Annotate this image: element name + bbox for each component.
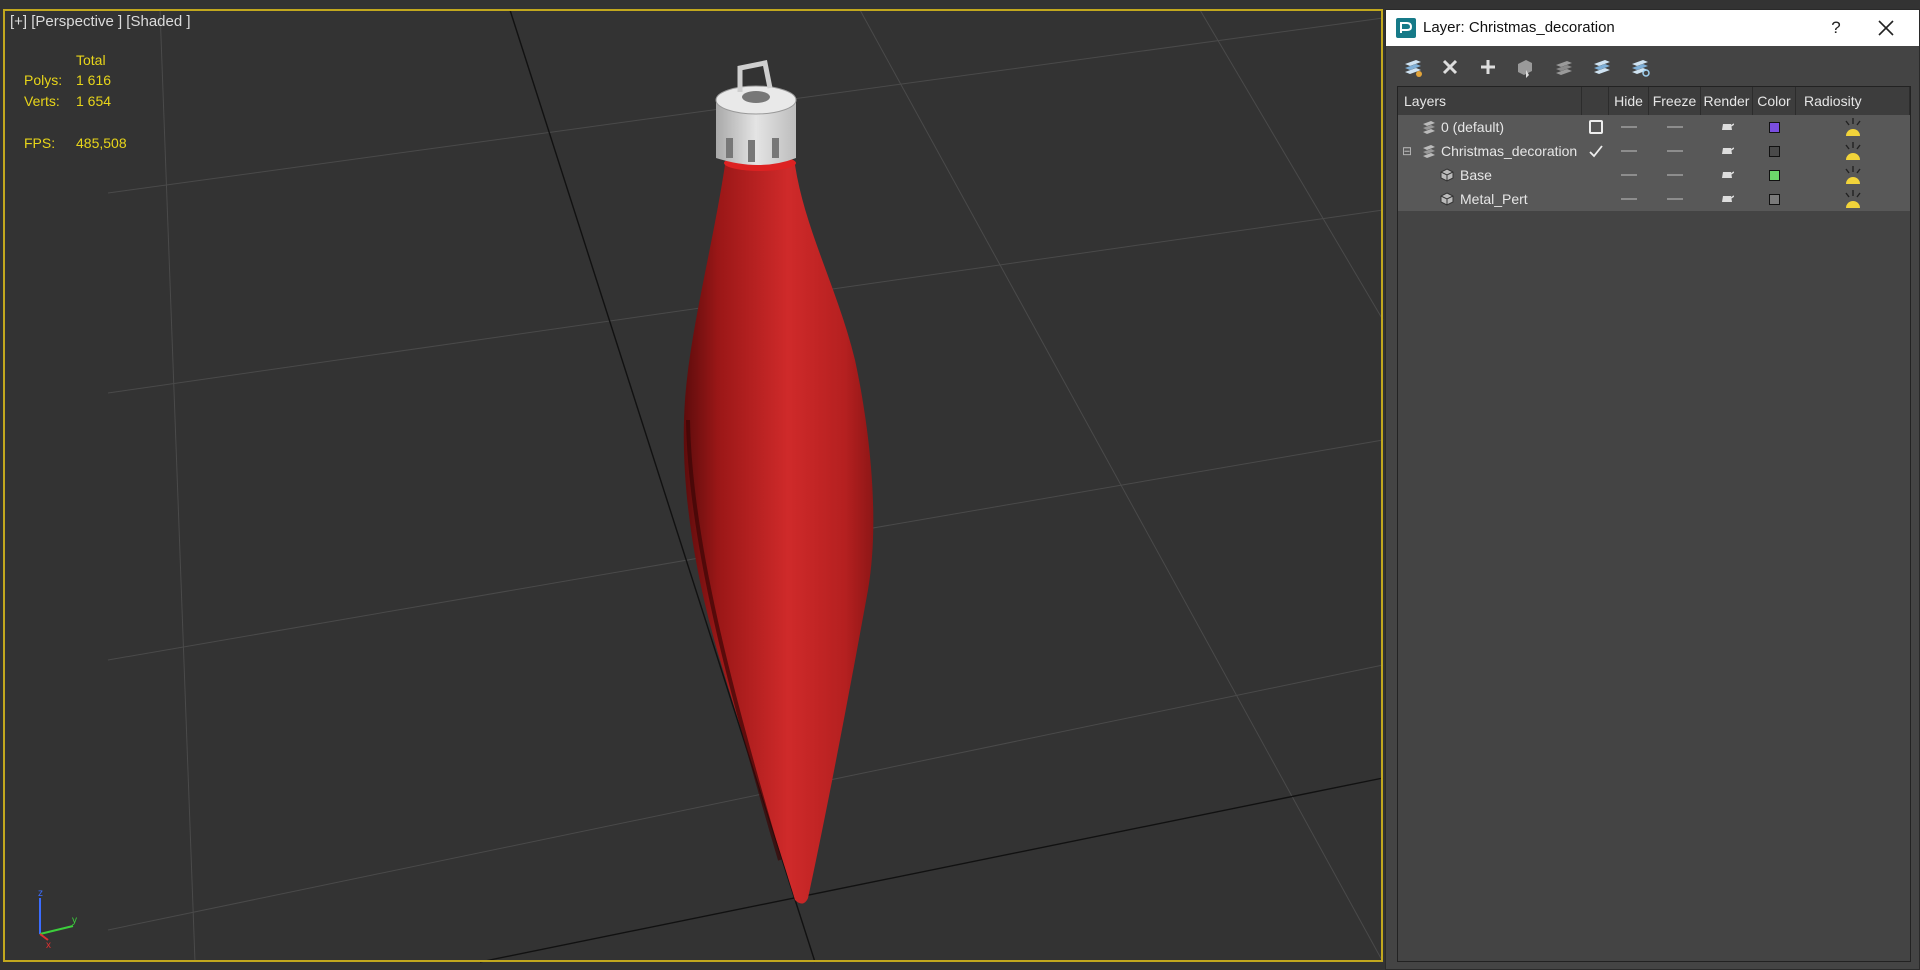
color-swatch-fill	[1769, 145, 1780, 157]
hide-toggle[interactable]	[1609, 163, 1649, 187]
hide-toggle[interactable]	[1609, 115, 1649, 139]
dialog-title: Layer: Christmas_decoration	[1423, 19, 1615, 36]
layer-name[interactable]: 0 (default)	[1441, 115, 1504, 139]
dialog-titlebar[interactable]: Layer: Christmas_decoration ?	[1386, 10, 1919, 46]
layer-list[interactable]: Layers Hide Freeze Render Color Radiosit…	[1397, 86, 1911, 962]
freeze-toggle[interactable]	[1649, 163, 1701, 187]
layer-active-box[interactable]	[1582, 115, 1609, 139]
viewport-active-border	[3, 9, 1383, 962]
object-row[interactable]: Base	[1398, 163, 1910, 187]
close-button[interactable]	[1864, 14, 1908, 42]
add-selected-button[interactable]	[1473, 54, 1503, 80]
radiosity-toggle[interactable]	[1796, 139, 1910, 163]
layer-row[interactable]: 0 (default)	[1398, 115, 1910, 139]
layer-list-header: Layers Hide Freeze Render Color Radiosit…	[1398, 87, 1910, 116]
hide-all-button[interactable]	[1587, 54, 1617, 80]
color-swatch-fill	[1769, 193, 1780, 205]
radiosity-icon	[1845, 142, 1861, 160]
column-header-radiosity[interactable]: Radiosity	[1796, 87, 1910, 115]
stats-fps-label: FPS:	[24, 135, 56, 151]
freeze-toggle[interactable]	[1649, 187, 1701, 211]
radiosity-icon	[1845, 118, 1861, 136]
hide-toggle[interactable]	[1609, 187, 1649, 211]
create-layer-button[interactable]	[1398, 54, 1428, 80]
layer-row[interactable]: ⊟ Christmas_decoration	[1398, 139, 1910, 163]
teapot-icon	[1722, 123, 1734, 130]
radiosity-icon	[1845, 190, 1861, 208]
layer-toolbar	[1386, 46, 1919, 88]
column-header-render[interactable]: Render	[1701, 87, 1753, 115]
teapot-icon	[1722, 195, 1734, 202]
radiosity-toggle[interactable]	[1796, 187, 1910, 211]
viewport-label[interactable]: [+] [Perspective ] [Shaded ]	[10, 13, 191, 30]
hide-all-icon	[1594, 60, 1610, 74]
object-cube-icon	[1438, 187, 1456, 211]
freeze-all-button[interactable]	[1625, 54, 1655, 80]
highlight-layer-icon	[1556, 61, 1572, 75]
object-cube-icon	[1438, 163, 1456, 187]
render-toggle[interactable]	[1701, 187, 1753, 211]
radiosity-toggle[interactable]	[1796, 115, 1910, 139]
stats-verts-label: Verts:	[24, 93, 60, 109]
app-icon	[1396, 18, 1416, 38]
stats-verts-value: 1 654	[76, 93, 112, 109]
stats-fps-value: 485,508	[76, 135, 127, 151]
column-header-active[interactable]	[1582, 87, 1609, 115]
render-toggle[interactable]	[1701, 139, 1753, 163]
highlight-layer-button[interactable]	[1549, 54, 1579, 80]
delete-layer-icon	[1442, 59, 1458, 75]
create-layer-icon	[1405, 60, 1422, 77]
axis-gizmo: z y x	[38, 888, 77, 948]
freeze-toggle[interactable]	[1649, 139, 1701, 163]
layer-dialog: Layer: Christmas_decoration ? Layers Hid…	[1385, 9, 1920, 970]
layer-name[interactable]: Christmas_decoration	[1441, 139, 1577, 163]
add-selected-icon	[1481, 60, 1495, 74]
color-swatch[interactable]	[1753, 163, 1796, 187]
column-header-layers[interactable]: Layers	[1398, 87, 1582, 115]
axis-x-label: x	[46, 940, 51, 948]
freeze-toggle[interactable]	[1649, 115, 1701, 139]
color-swatch[interactable]	[1753, 187, 1796, 211]
object-name[interactable]: Base	[1460, 163, 1492, 187]
color-swatch-fill	[1769, 169, 1780, 181]
column-header-hide[interactable]: Hide	[1609, 87, 1649, 115]
axis-y-label: y	[72, 915, 77, 926]
help-button[interactable]: ?	[1816, 14, 1856, 42]
column-header-color[interactable]: Color	[1753, 87, 1796, 115]
teapot-icon	[1722, 147, 1734, 154]
checkmark-icon	[1588, 145, 1603, 158]
teapot-icon	[1722, 171, 1734, 178]
layer-stack-icon	[1420, 115, 1438, 139]
render-toggle[interactable]	[1701, 163, 1753, 187]
select-objects-button[interactable]	[1510, 54, 1540, 80]
delete-layer-button[interactable]	[1435, 54, 1465, 80]
hide-toggle[interactable]	[1609, 139, 1649, 163]
stats-polys-label: Polys:	[24, 72, 63, 88]
stats-polys-value: 1 616	[76, 72, 112, 88]
radiosity-toggle[interactable]	[1796, 163, 1910, 187]
layer-stack-icon	[1420, 139, 1438, 163]
object-name[interactable]: Metal_Pert	[1460, 187, 1528, 211]
layer-active-check[interactable]	[1582, 139, 1609, 163]
color-swatch[interactable]	[1753, 139, 1796, 163]
render-toggle[interactable]	[1701, 115, 1753, 139]
expand-collapse-toggle[interactable]: ⊟	[1402, 139, 1412, 163]
color-swatch[interactable]	[1753, 115, 1796, 139]
color-swatch-fill	[1769, 121, 1780, 133]
radiosity-icon	[1845, 166, 1861, 184]
close-icon	[1878, 20, 1894, 36]
column-header-freeze[interactable]: Freeze	[1649, 87, 1701, 115]
freeze-all-icon	[1632, 60, 1650, 77]
stats-total-label: Total	[76, 52, 106, 68]
object-row[interactable]: Metal_Pert	[1398, 187, 1910, 211]
select-objects-icon	[1518, 60, 1532, 78]
axis-z-label: z	[38, 888, 43, 899]
